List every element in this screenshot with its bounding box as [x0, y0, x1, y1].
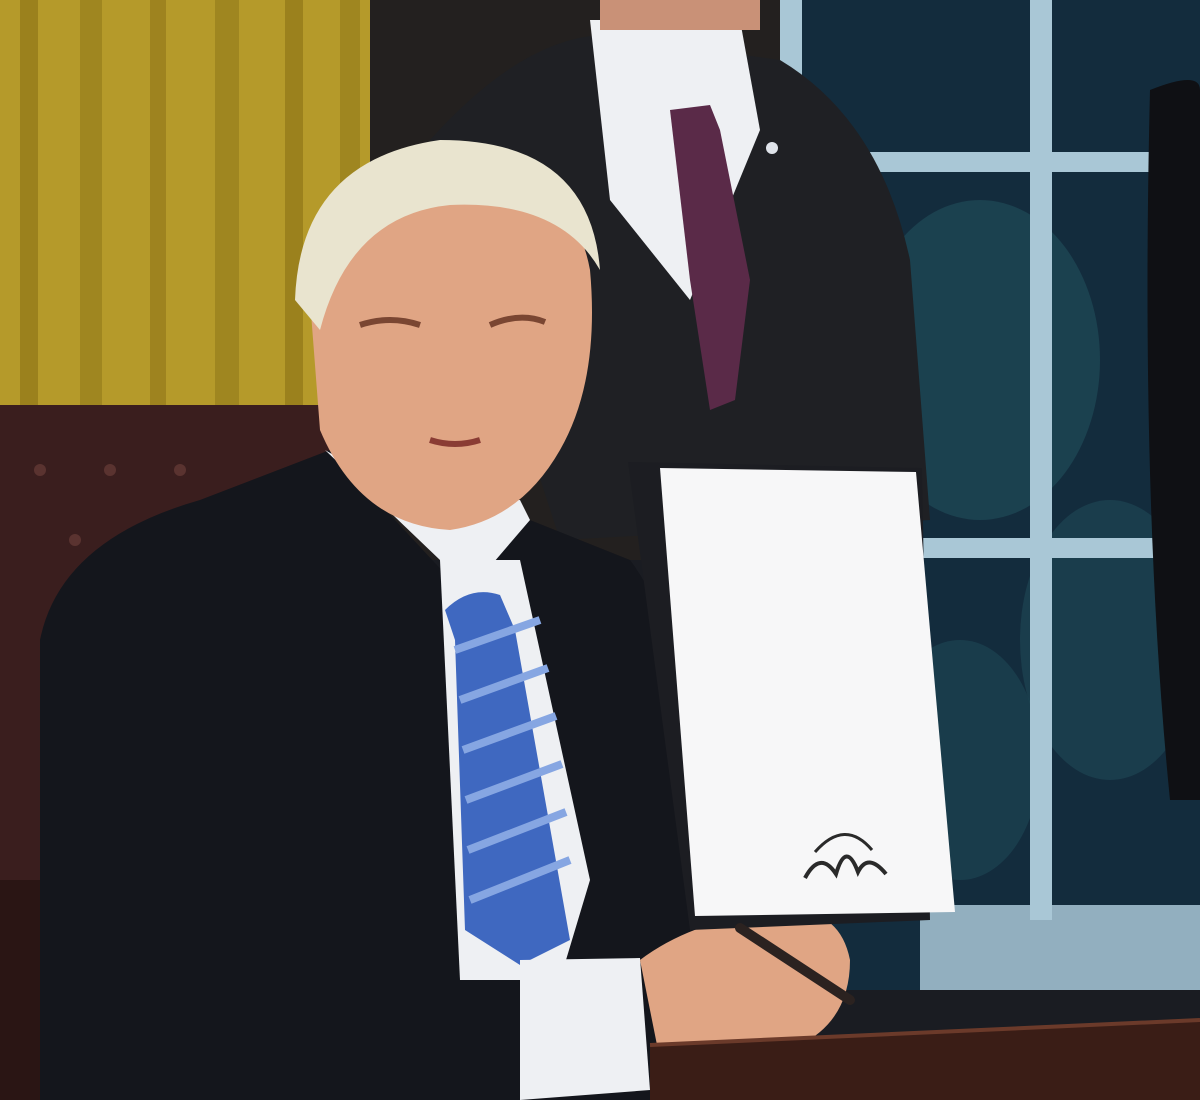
- photo-scene: [0, 0, 1200, 1100]
- document-paper: [660, 468, 955, 916]
- scene-svg: [0, 0, 1200, 1100]
